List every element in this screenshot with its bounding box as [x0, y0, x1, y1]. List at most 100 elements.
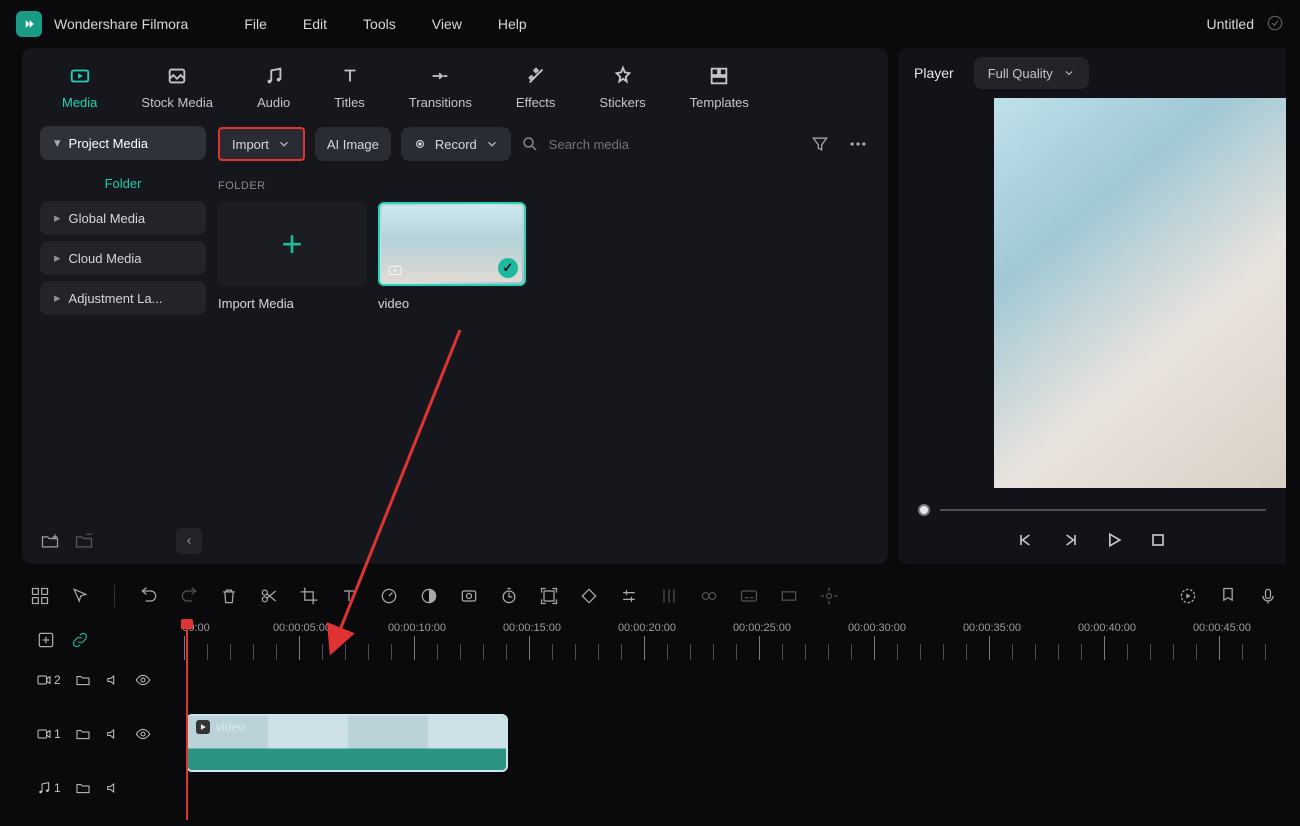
tab-audio-label: Audio — [257, 95, 290, 110]
audio-icon — [263, 65, 285, 87]
scrub-track[interactable] — [940, 509, 1266, 511]
menu-help[interactable]: Help — [498, 16, 527, 32]
record-button[interactable]: Record — [401, 127, 511, 161]
video-track-icon: 2 — [36, 672, 61, 688]
prev-frame-button[interactable] — [1016, 530, 1036, 550]
audio-tool-icon[interactable] — [699, 586, 719, 606]
mixer-button[interactable] — [659, 586, 679, 606]
lane-video-1[interactable]: 1 — [22, 714, 184, 754]
mute-icon[interactable] — [105, 672, 121, 688]
chevron-down-icon — [277, 137, 291, 151]
redo-button[interactable] — [179, 586, 199, 606]
transitions-icon — [429, 65, 451, 87]
dots-icon — [848, 134, 868, 154]
split-button[interactable] — [259, 586, 279, 606]
lock-icon[interactable] — [75, 726, 91, 742]
scrub-knob[interactable] — [918, 504, 930, 516]
search-input[interactable] — [549, 137, 725, 152]
lane-audio-1[interactable]: 1 — [22, 768, 184, 808]
render-button[interactable] — [1178, 586, 1198, 606]
timeline-clip[interactable]: video — [186, 714, 508, 772]
menu-view[interactable]: View — [432, 16, 462, 32]
tab-stickers[interactable]: Stickers — [577, 65, 667, 118]
step-forward-button[interactable] — [1060, 530, 1080, 550]
play-icon — [196, 720, 210, 734]
tab-stock-media-label: Stock Media — [141, 95, 213, 110]
crop-button[interactable] — [299, 586, 319, 606]
search-field[interactable] — [521, 135, 796, 153]
new-folder-icon[interactable] — [40, 531, 60, 551]
menu-tools[interactable]: Tools — [363, 16, 396, 32]
mute-icon[interactable] — [105, 780, 121, 796]
tab-audio[interactable]: Audio — [235, 65, 312, 118]
lock-icon[interactable] — [75, 672, 91, 688]
sidebar: ▾ Project Media Folder ▸ Global Media ▸ … — [22, 118, 214, 564]
folder-remove-icon[interactable] — [74, 531, 94, 551]
chevron-right-icon: ▸ — [54, 290, 61, 306]
stickers-icon — [612, 65, 634, 87]
delete-button[interactable] — [219, 586, 239, 606]
import-media-tile[interactable]: + Import Media — [218, 202, 366, 311]
add-track-icon[interactable] — [36, 630, 56, 650]
folder-label[interactable]: Folder — [40, 166, 206, 201]
play-button[interactable] — [1104, 530, 1124, 550]
ruler-tick: 00:00:20:00 — [618, 622, 676, 634]
ruler-tick: 00:00:25:00 — [733, 622, 791, 634]
visibility-icon[interactable] — [135, 726, 151, 742]
ai-tool-icon[interactable] — [819, 586, 839, 606]
ai-image-button[interactable]: AI Image — [315, 127, 391, 161]
keyframe-timer-icon[interactable] — [499, 586, 519, 606]
color-button[interactable] — [419, 586, 439, 606]
tab-transitions[interactable]: Transitions — [387, 65, 494, 118]
ruler-tick: 00:00:35:00 — [963, 622, 1021, 634]
undo-button[interactable] — [139, 586, 159, 606]
more-options-button[interactable] — [844, 130, 872, 158]
layout-icon[interactable] — [30, 586, 50, 606]
ruler-tick: 00:00:10:00 — [388, 622, 446, 634]
screenshot-button[interactable] — [459, 586, 479, 606]
video-preview[interactable] — [994, 98, 1286, 488]
scrub-bar[interactable] — [898, 488, 1286, 524]
media-clip-tile[interactable]: ✓ video — [378, 202, 526, 311]
tab-templates[interactable]: Templates — [668, 65, 771, 118]
playhead[interactable] — [186, 620, 188, 820]
sidebar-item-global-media[interactable]: ▸ Global Media — [40, 201, 206, 235]
timeline-canvas[interactable]: 00:00 00:00:05:00 00:00:10:00 00:00:15:0… — [184, 620, 1286, 820]
lane-video-2[interactable]: 2 — [22, 660, 184, 700]
link-icon[interactable] — [70, 630, 90, 650]
sidebar-item-project-media[interactable]: ▾ Project Media — [40, 126, 206, 160]
tab-titles[interactable]: Titles — [312, 65, 387, 118]
quality-select[interactable]: Full Quality — [974, 57, 1089, 89]
tab-media-label: Media — [62, 95, 97, 110]
aspect-button[interactable] — [779, 586, 799, 606]
filter-button[interactable] — [806, 130, 834, 158]
sidebar-item-cloud-media[interactable]: ▸ Cloud Media — [40, 241, 206, 275]
lock-icon[interactable] — [75, 780, 91, 796]
tracking-button[interactable] — [539, 586, 559, 606]
time-ruler[interactable]: 00:00 00:00:05:00 00:00:10:00 00:00:15:0… — [184, 620, 1286, 660]
app-logo — [16, 11, 42, 37]
menu-edit[interactable]: Edit — [303, 16, 327, 32]
timeline-tools — [22, 572, 1286, 620]
stop-button[interactable] — [1148, 530, 1168, 550]
menu-file[interactable]: File — [244, 16, 267, 32]
collapse-sidebar-button[interactable] — [176, 528, 202, 554]
tab-transitions-label: Transitions — [409, 95, 472, 110]
video-track-1[interactable]: video — [184, 714, 1286, 772]
adjust-button[interactable] — [619, 586, 639, 606]
tab-media[interactable]: Media — [40, 65, 119, 118]
voiceover-button[interactable] — [1258, 586, 1278, 606]
text-tool-icon[interactable] — [339, 586, 359, 606]
keyframe-button[interactable] — [579, 586, 599, 606]
subtitle-button[interactable] — [739, 586, 759, 606]
record-icon — [413, 137, 427, 151]
speed-button[interactable] — [379, 586, 399, 606]
tab-stock-media[interactable]: Stock Media — [119, 65, 235, 118]
sidebar-item-adjustment-layer[interactable]: ▸ Adjustment La... — [40, 281, 206, 315]
select-tool-icon[interactable] — [70, 586, 90, 606]
mute-icon[interactable] — [105, 726, 121, 742]
marker-button[interactable] — [1218, 586, 1238, 606]
visibility-icon[interactable] — [135, 672, 151, 688]
import-button[interactable]: Import — [218, 127, 305, 161]
tab-effects[interactable]: Effects — [494, 65, 578, 118]
